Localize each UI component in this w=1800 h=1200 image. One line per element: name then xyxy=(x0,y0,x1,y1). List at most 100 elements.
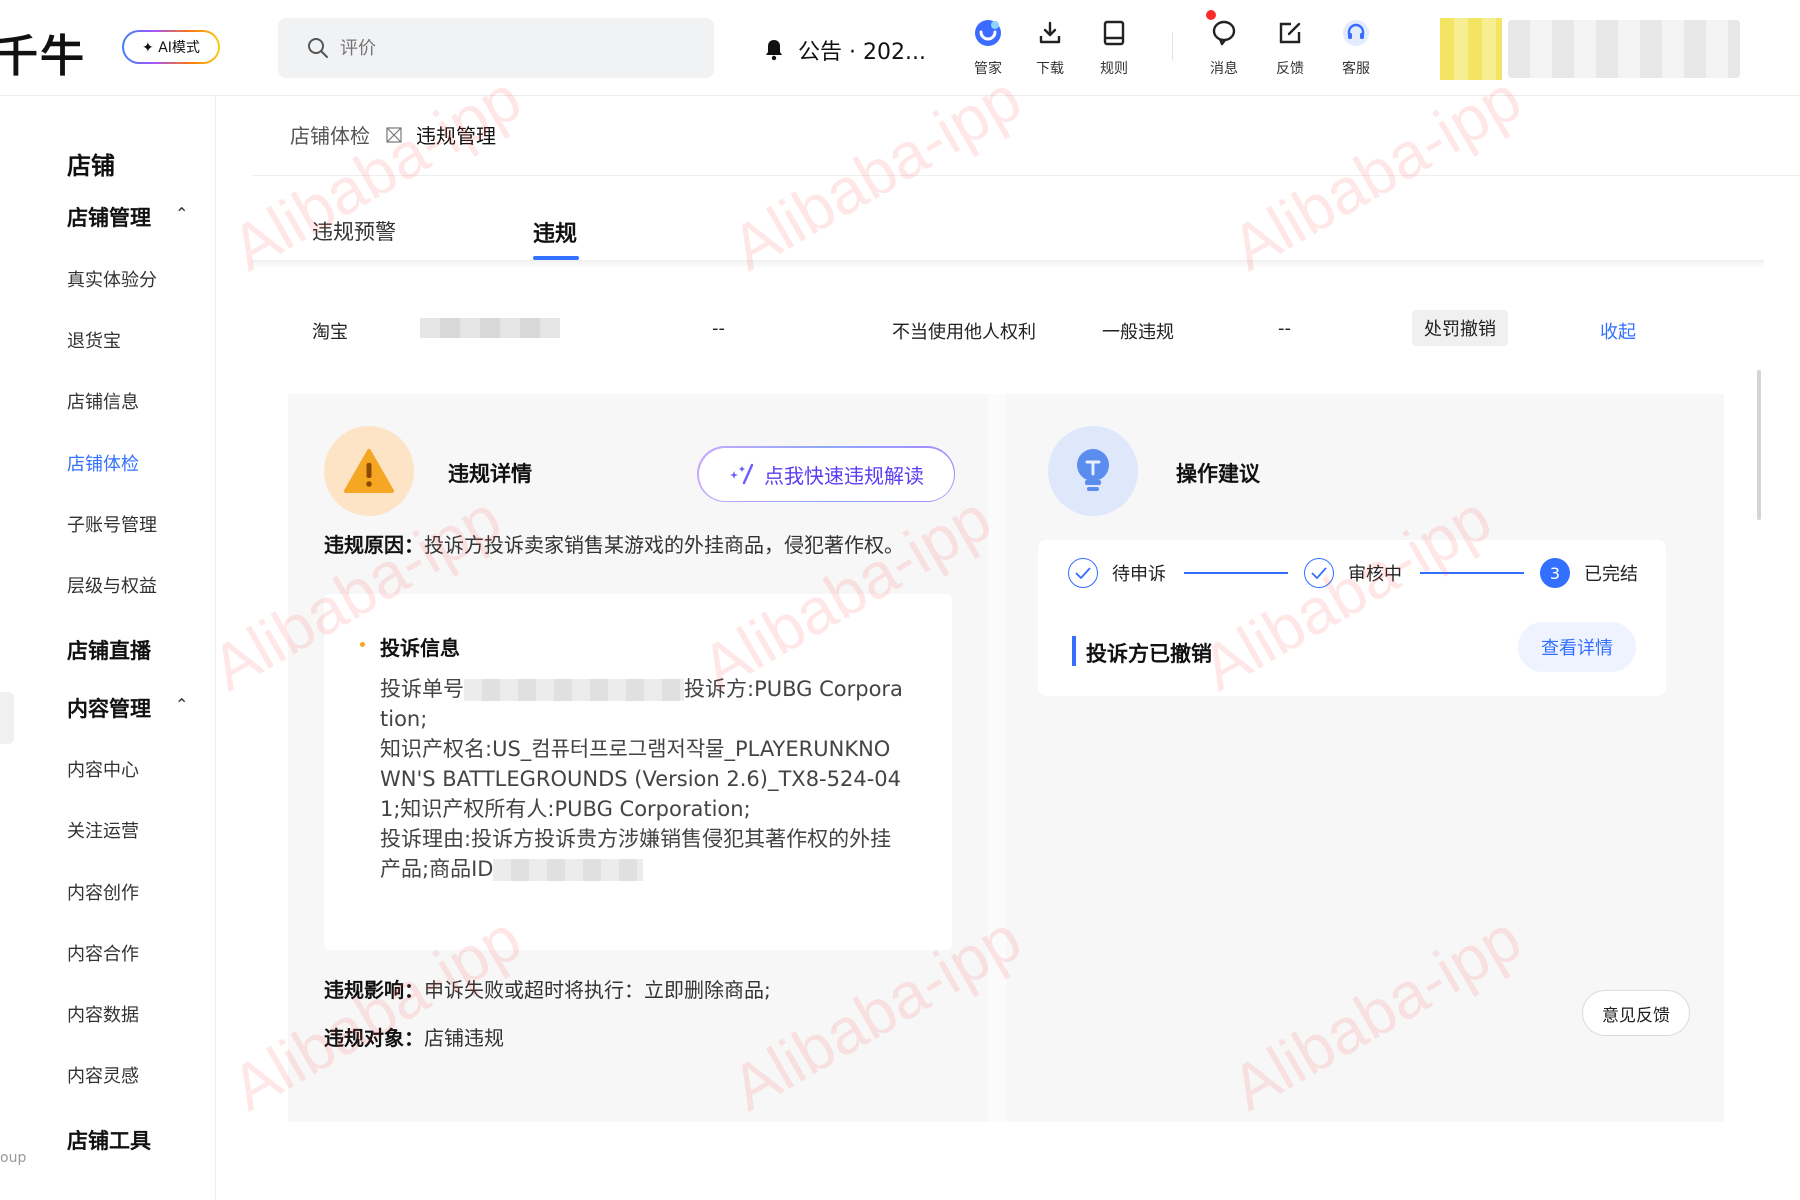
sidebar-item-content-center[interactable]: 内容中心 xyxy=(67,756,139,782)
account-name-redacted[interactable] xyxy=(1508,20,1740,78)
violation-impact-label: 违规影响： xyxy=(324,978,424,1002)
sidebar: 店铺 店铺管理 ⌃ 真实体验分 退货宝 店铺信息 店铺体检 子账号管理 层级与权… xyxy=(0,96,216,1200)
sidebar-item-store-check[interactable]: 店铺体检 xyxy=(67,450,139,476)
result-accent-bar xyxy=(1072,636,1076,666)
violation-reason-label: 违规原因： xyxy=(324,533,424,557)
record-id-redacted xyxy=(420,318,560,338)
download-icon xyxy=(1039,21,1061,44)
book-icon xyxy=(1103,20,1125,46)
view-detail-button[interactable]: 查看详情 xyxy=(1518,622,1636,672)
check-icon xyxy=(1068,558,1098,588)
search-input[interactable] xyxy=(340,37,640,59)
scrollbar[interactable] xyxy=(1757,370,1761,520)
step-label: 待申诉 xyxy=(1112,564,1166,585)
breadcrumb: 店铺体检 违规管理 xyxy=(290,120,496,149)
result-text: 投诉方已撤销 xyxy=(1086,642,1212,666)
sidebar-item-content-creation[interactable]: 内容创作 xyxy=(67,879,139,905)
tool-assistant[interactable]: 管家 xyxy=(958,16,1018,78)
sparkle-icon xyxy=(730,463,754,485)
sidebar-group-store-management[interactable]: 店铺管理 xyxy=(67,202,151,232)
step-connector xyxy=(1184,572,1288,574)
tool-label: 反馈 xyxy=(1276,61,1304,77)
notice-announcement[interactable]: 公告 · 202... xyxy=(762,34,926,66)
assistant-icon xyxy=(975,20,1001,46)
record-dash: -- xyxy=(1278,318,1291,339)
ai-interpret-button[interactable]: 点我快速违规解读 xyxy=(697,446,955,502)
sidebar-collapse-handle[interactable] xyxy=(0,692,14,744)
feedback-icon xyxy=(1279,22,1301,44)
tool-label: 管家 xyxy=(974,61,1002,77)
violation-target-label: 违规对象： xyxy=(324,1026,424,1050)
complaint-order-redacted xyxy=(464,679,684,701)
violation-reason-value: 投诉方投诉卖家销售某游戏的外挂商品，侵犯著作权。 xyxy=(424,533,904,557)
chevron-up-icon[interactable]: ⌃ xyxy=(175,695,188,714)
violation-target: 违规对象：店铺违规 xyxy=(324,1022,504,1051)
step-completed: 3 已完结 xyxy=(1540,558,1638,588)
headset-icon xyxy=(1343,20,1369,46)
collapse-link[interactable]: 收起 xyxy=(1600,318,1636,344)
breadcrumb-current: 违规管理 xyxy=(416,124,496,148)
tab-violation-warning[interactable]: 违规预警 xyxy=(312,216,396,246)
avatar[interactable] xyxy=(1440,18,1502,80)
status-badge: 处罚撤销 xyxy=(1412,310,1508,346)
sidebar-group-store-tools[interactable]: 店铺工具 xyxy=(67,1125,151,1155)
complaint-order-label: 投诉单号 xyxy=(380,677,464,701)
tool-label: 下载 xyxy=(1036,61,1064,77)
sidebar-head: 店铺 xyxy=(67,152,115,180)
violation-detail-section: 违规详情 点我快速违规解读 违规原因：投诉方投诉卖家销售某游戏的外挂商品，侵犯著… xyxy=(288,394,988,1122)
breadcrumb-parent[interactable]: 店铺体检 xyxy=(290,120,370,149)
ai-interpret-label: 点我快速违规解读 xyxy=(764,463,924,488)
step-connector xyxy=(1420,572,1524,574)
violation-detail-title: 违规详情 xyxy=(448,462,532,486)
ai-mode-label: ✦ AI模式 xyxy=(124,32,218,62)
main-content: 店铺体检 违规管理 违规预警 违规 淘宝 -- 不当使用他人权利 一般违规 --… xyxy=(199,62,1800,1200)
sidebar-item-content-inspiration[interactable]: 内容灵感 xyxy=(67,1062,139,1088)
sidebar-edge-text: oup xyxy=(0,1150,27,1166)
step-pending-appeal: 待申诉 xyxy=(1068,558,1166,588)
complaint-info-card: 投诉信息 投诉单号 投诉方:PUBG Corporation; 知识产权名:US_… xyxy=(324,594,952,950)
operation-suggestion-title: 操作建议 xyxy=(1176,462,1260,486)
record-platform: 淘宝 xyxy=(312,322,348,343)
tool-customer-service[interactable]: 客服 xyxy=(1326,16,1386,78)
tool-messages[interactable]: 消息 xyxy=(1194,16,1254,78)
tool-feedback[interactable]: 反馈 xyxy=(1260,16,1320,78)
tool-label: 客服 xyxy=(1342,61,1370,77)
bell-icon xyxy=(766,40,782,61)
chevron-up-icon[interactable]: ⌃ xyxy=(175,204,188,223)
sidebar-item-content-cooperation[interactable]: 内容合作 xyxy=(67,940,139,966)
step-label: 审核中 xyxy=(1348,564,1402,585)
step-number: 3 xyxy=(1540,558,1570,588)
step-label: 已完结 xyxy=(1584,564,1638,585)
sidebar-group-content-management[interactable]: 内容管理 xyxy=(67,693,151,723)
notice-text: 公告 · 202... xyxy=(798,40,926,65)
tool-rules[interactable]: 规则 xyxy=(1084,16,1144,78)
violation-impact: 违规影响：申诉失败或超时将执行：立即删除商品; xyxy=(324,974,771,1003)
panel-divider xyxy=(988,394,1006,1122)
record-violation-type: 不当使用他人权利 xyxy=(892,322,1036,343)
sidebar-item-experience-score[interactable]: 真实体验分 xyxy=(67,266,157,292)
sidebar-item-return-insurance[interactable]: 退货宝 xyxy=(67,327,121,353)
divider xyxy=(252,175,1800,176)
violation-target-value: 店铺违规 xyxy=(424,1026,504,1050)
record-violation-level: 一般违规 xyxy=(1102,322,1174,343)
ai-mode-toggle[interactable]: ✦ AI模式 xyxy=(122,30,220,64)
sidebar-item-sub-accounts[interactable]: 子账号管理 xyxy=(67,511,157,537)
tab-violation[interactable]: 违规 xyxy=(533,216,577,248)
sidebar-item-store-info[interactable]: 店铺信息 xyxy=(67,388,139,414)
lightbulb-icon xyxy=(1048,426,1138,516)
sidebar-item-follow-ops[interactable]: 关注运营 xyxy=(67,817,139,843)
tool-label: 规则 xyxy=(1100,61,1128,77)
record-dash: -- xyxy=(712,318,725,339)
complaint-ip-info: 知识产权名:US_컴퓨터프로그램저작물_PLAYERUNKNOWN'S BATT… xyxy=(380,737,902,821)
sidebar-item-levels-benefits[interactable]: 层级与权益 xyxy=(67,572,157,598)
feedback-button[interactable]: 意见反馈 xyxy=(1582,990,1690,1036)
toolbar-divider xyxy=(1172,32,1173,60)
app-logo[interactable]: 千牛 xyxy=(0,20,86,84)
search-bar[interactable] xyxy=(278,18,714,78)
complaint-info-body: 投诉单号 投诉方:PUBG Corporation; 知识产权名:US_컴퓨터프로… xyxy=(380,674,910,884)
top-bar: 千牛 ✦ AI模式 公告 · 202... 管家 xyxy=(0,0,1800,96)
sidebar-group-store-live[interactable]: 店铺直播 xyxy=(67,635,151,665)
bullet-dot xyxy=(360,642,365,647)
sidebar-item-content-data[interactable]: 内容数据 xyxy=(67,1001,139,1027)
tool-download[interactable]: 下载 xyxy=(1020,16,1080,78)
